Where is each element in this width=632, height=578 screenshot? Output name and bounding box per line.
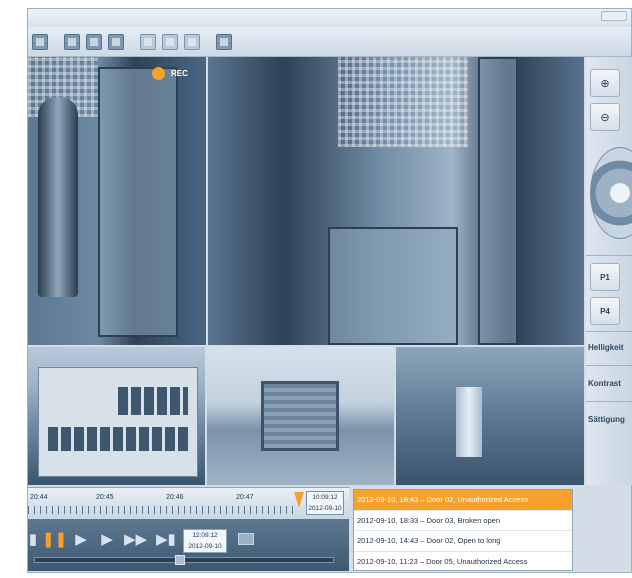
play-button[interactable]: ▶ xyxy=(98,531,116,549)
playback-controls: ▮ ❚❚ ▶ ▶ ▶▶ ▶▮ 12:09:12 2012-09-10 xyxy=(28,519,349,571)
seek-bar[interactable] xyxy=(34,555,334,565)
rec-label: REC xyxy=(171,69,188,78)
pause-button[interactable]: ❚❚ xyxy=(42,531,67,549)
toolbar xyxy=(28,27,631,57)
divider xyxy=(586,365,632,366)
timeline-date: 2012-09-10 xyxy=(308,505,342,512)
ptz-sidebar: ⊕ ⊖ P1 P4 Helligkeit Kontrast Sättigung xyxy=(586,57,632,485)
snapshot-icon[interactable] xyxy=(64,33,80,50)
timeline-clock: 10:09:12 2012-09-10 xyxy=(306,491,344,515)
window-grid xyxy=(338,57,468,147)
timeline-tick: 20:45 xyxy=(96,494,114,501)
building-windows xyxy=(118,387,188,415)
brightness-control[interactable]: Helligkeit xyxy=(588,343,624,352)
screenshot-frame: REC ⊕ ⊖ P1 P4 Helligkeit Kontrast Sättig… xyxy=(0,0,632,578)
stop-icon[interactable] xyxy=(32,33,48,50)
timeline-tick: 20:46 xyxy=(166,494,184,501)
door-open xyxy=(328,227,458,345)
fast-forward-button[interactable]: ▶▶ xyxy=(124,531,147,549)
search-icon[interactable] xyxy=(86,33,102,50)
timeline-tick: 20:44 xyxy=(30,494,48,501)
contrast-control[interactable]: Kontrast xyxy=(588,379,621,388)
step-forward-button[interactable]: ▶ xyxy=(72,531,90,549)
recording-indicator: REC xyxy=(152,67,188,80)
ptz-direction-dial[interactable] xyxy=(590,147,632,239)
preset-p4-label: P4 xyxy=(600,306,610,316)
divider xyxy=(586,401,632,402)
door-frame xyxy=(98,67,178,337)
saturation-control[interactable]: Sättigung xyxy=(588,415,625,424)
preset-p4-button[interactable]: P4 xyxy=(590,297,620,325)
seek-knob[interactable] xyxy=(175,555,185,565)
timeline-ruler[interactable]: 20:44 20:45 20:46 20:47 10:09:12 2012-09… xyxy=(28,487,349,519)
divider xyxy=(586,255,632,256)
surveillance-app-window: REC ⊕ ⊖ P1 P4 Helligkeit Kontrast Sättig… xyxy=(27,8,632,573)
skip-end-button[interactable]: ▶▮ xyxy=(156,531,176,549)
camera-view-4[interactable] xyxy=(207,347,394,485)
person-figure xyxy=(38,97,78,297)
export-icon[interactable] xyxy=(108,33,124,50)
skip-back-button[interactable]: ▮ xyxy=(24,531,42,549)
camera-view-3[interactable] xyxy=(28,347,205,485)
garage-pillar xyxy=(456,387,482,457)
zoom-in-button[interactable]: ⊕ xyxy=(590,69,620,97)
camera-view-2[interactable] xyxy=(208,57,584,345)
window-controls[interactable] xyxy=(601,11,627,21)
timeline-tick: 20:47 xyxy=(236,494,254,501)
zoom-in-icon: ⊕ xyxy=(600,77,610,90)
preset-p1-label: P1 xyxy=(600,272,610,282)
layout-single-icon[interactable] xyxy=(140,33,156,50)
camera-view-1[interactable] xyxy=(28,57,206,345)
playback-clock: 12:09:12 2012-09-10 xyxy=(183,529,227,553)
divider xyxy=(586,331,632,332)
playback-date: 2012-09-10 xyxy=(188,543,222,550)
record-dot-icon xyxy=(152,67,165,80)
preset-p1-button[interactable]: P1 xyxy=(590,263,620,291)
playhead-marker[interactable] xyxy=(294,492,304,508)
event-item[interactable]: 2012-09-10, 18:43 – Door 02, Unauthorize… xyxy=(354,490,572,511)
door-frame xyxy=(478,57,518,345)
timeline-time: 10:09:12 xyxy=(312,494,338,501)
playback-time: 12:09:12 xyxy=(192,532,218,539)
fullscreen-icon[interactable] xyxy=(216,33,232,50)
layout-multi-icon[interactable] xyxy=(184,33,200,50)
title-bar xyxy=(28,9,631,27)
zoom-out-button[interactable]: ⊖ xyxy=(590,103,620,131)
timeline-scale xyxy=(28,506,298,514)
camera-view-5[interactable] xyxy=(396,347,584,485)
event-item[interactable]: 2012-09-10, 18:33 – Door 03, Broken open xyxy=(354,511,572,531)
zoom-out-icon: ⊖ xyxy=(600,111,610,124)
event-item[interactable]: 2012-09-10, 11:23 – Door 05, Unauthorize… xyxy=(354,552,572,572)
event-list: 2012-09-10, 18:43 – Door 02, Unauthorize… xyxy=(353,489,573,572)
camera-record-icon[interactable] xyxy=(238,533,254,545)
building-windows xyxy=(48,427,188,451)
building-facade xyxy=(38,367,198,477)
event-item[interactable]: 2012-09-10, 14:43 – Door 02, Open to lon… xyxy=(354,531,572,552)
layout-quad-icon[interactable] xyxy=(162,33,178,50)
roller-shutter-door xyxy=(261,381,339,451)
